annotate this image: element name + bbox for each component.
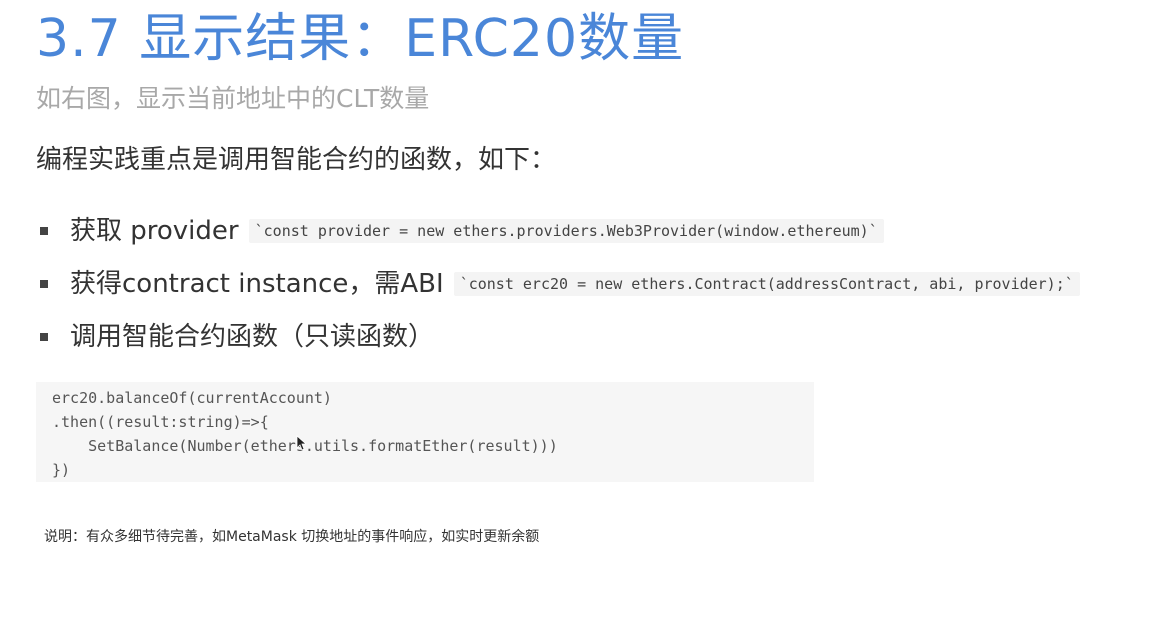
slide-title: 3.7 显示结果：ERC20数量 (36, 9, 685, 69)
code-block: erc20.balanceOf(currentAccount) .then((r… (36, 382, 814, 482)
bullet-marker-icon (40, 332, 48, 341)
inline-code: `const provider = new ethers.providers.W… (248, 218, 884, 243)
lead-text: 编程实践重点是调用智能合约的函数，如下： (36, 145, 557, 175)
code-line: }) (52, 461, 71, 479)
slide: 3.7 显示结果：ERC20数量 如右图，显示当前地址中的CLT数量 编程实践重… (0, 0, 1168, 622)
bullet-text: 获得contract instance，需ABI (70, 268, 444, 299)
slide-subtitle: 如右图，显示当前地址中的CLT数量 (36, 84, 430, 113)
bullet-marker-icon (40, 279, 48, 288)
mouse-pointer-icon (296, 435, 308, 455)
bullet-item-contract: 获得contract instance，需ABI `const erc20 = … (40, 257, 1080, 310)
bullet-item-provider: 获取 provider `const provider = new ethers… (40, 204, 1080, 257)
note-text: 说明：有众多细节待完善，如MetaMask 切换地址的事件响应，如实时更新余额 (44, 529, 540, 545)
code-line: .then((result:string)=>{ (52, 413, 269, 431)
code-line: erc20.balanceOf(currentAccount) (52, 389, 332, 407)
bullet-list: 获取 provider `const provider = new ethers… (40, 204, 1080, 363)
inline-code: `const erc20 = new ethers.Contract(addre… (453, 271, 1080, 296)
bullet-marker-icon (40, 226, 48, 235)
bullet-item-call: 调用智能合约函数（只读函数） (40, 310, 1080, 363)
bullet-text: 调用智能合约函数（只读函数） (70, 321, 435, 352)
bullet-text: 获取 provider (70, 215, 239, 246)
code-line: SetBalance(Number(ethers.utils.formatEth… (52, 437, 558, 455)
